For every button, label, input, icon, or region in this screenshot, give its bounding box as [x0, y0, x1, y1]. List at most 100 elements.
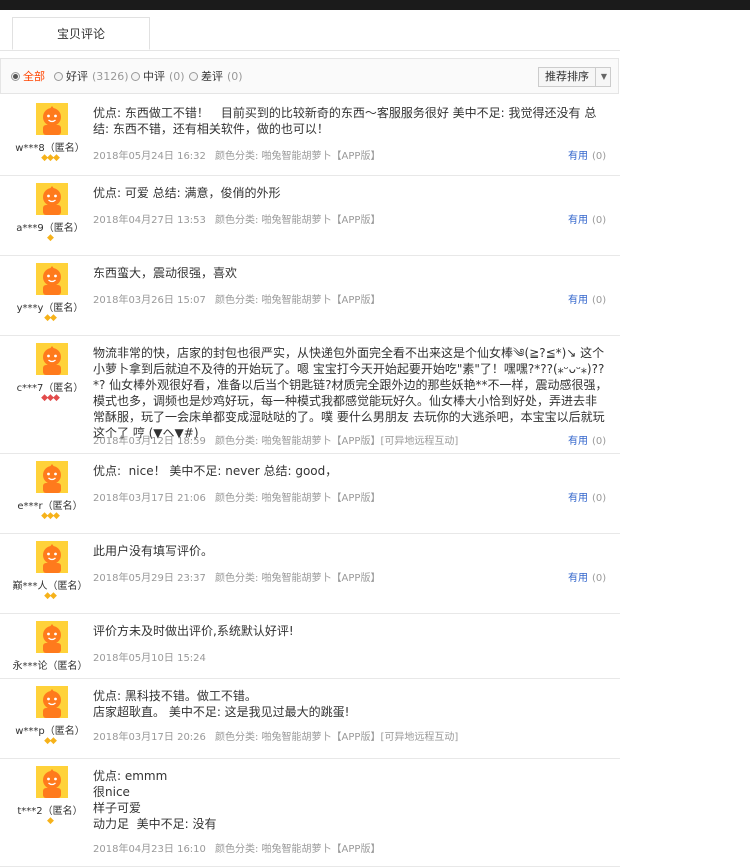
review-sku: 颜色分类: 啪兔智能胡萝卜【APP版】 [215, 844, 381, 855]
review-text-line: 优点: 东西做工不错！ 目前买到的比较新奇的东西～客服服务很好 美中不足: 我觉… [93, 106, 597, 136]
avatar [36, 103, 68, 135]
review-item: w***p（匿名） ◆◆ 优点: 黑科技不错。做工不错。 店家超耿直。 美中不足: 这… [0, 678, 620, 759]
review-date: 2018年05月10日 15:24 [93, 653, 206, 664]
radio-icon[interactable] [131, 72, 140, 81]
useful-button[interactable]: 有用 [568, 436, 588, 447]
review-text: 优点: emmm 很nice 样子可爱 动力足 美中不足: 没有 [93, 768, 608, 832]
avatar [36, 343, 68, 375]
reviewer-name: e***r（匿名） [17, 501, 83, 512]
avatar [36, 461, 68, 493]
reviewer-name: 永***论（匿名） [12, 661, 88, 672]
review-date: 2018年03月17日 21:06 [93, 493, 206, 504]
review-date: 2018年03月12日 18:59 [93, 436, 206, 447]
filter-bad-label: 差评 [201, 70, 223, 83]
radio-icon[interactable] [54, 72, 63, 81]
review-meta: 2018年04月27日 13:53 颜色分类: 啪兔智能胡萝卜【APP版】 [93, 211, 380, 226]
useful-vote: 有用 (0) [568, 432, 606, 447]
reviewer-level-badge: ◆◆ [0, 313, 100, 323]
review-item: w***8（匿名） ◆◆◆ 优点: 东西做工不错！ 目前买到的比较新奇的东西～客服服… [0, 95, 620, 176]
diamond-icon: ◆ [47, 233, 54, 243]
review-sku: 颜色分类: 啪兔智能胡萝卜【APP版】[可异地远程互动] [215, 436, 459, 447]
avatar [36, 541, 68, 573]
useful-count: (0) [592, 215, 607, 226]
useful-count: (0) [592, 573, 607, 584]
avatar [36, 686, 68, 718]
reviewer-level-badge: ◆◆◆ [0, 511, 100, 521]
sort-dropdown[interactable]: 推荐排序 ▼ [538, 67, 611, 87]
useful-button[interactable]: 有用 [568, 493, 588, 504]
filter-mid[interactable]: 中评 (0) [131, 69, 185, 85]
useful-vote: 有用 (0) [568, 569, 606, 584]
diamond-icon: ◆ [50, 313, 57, 323]
useful-button[interactable]: 有用 [568, 215, 588, 226]
review-date: 2018年03月17日 20:26 [93, 732, 206, 743]
review-meta: 2018年04月23日 16:10 颜色分类: 啪兔智能胡萝卜【APP版】 [93, 840, 380, 855]
review-text-line: 优点: emmm [93, 769, 168, 783]
filter-good[interactable]: 好评 (3126) [54, 69, 129, 85]
review-sku: 颜色分类: 啪兔智能胡萝卜【APP版】 [215, 493, 381, 504]
review-text: 东西蛮大，震动很强，喜欢 [93, 265, 608, 281]
filter-good-label: 好评 [66, 70, 88, 83]
review-date: 2018年03月26日 15:07 [93, 295, 206, 306]
reviewer-name: a***9（匿名） [16, 223, 84, 234]
reviewer-name: w***p（匿名） [15, 726, 85, 737]
review-item: 永***论（匿名） 评价方未及时做出评价,系统默认好评! 2018年05月10日 1… [0, 613, 620, 679]
review-item: a***9（匿名） ◆ 优点: 可爱 总结: 满意，俊俏的外形 2018年04月27日… [0, 175, 620, 256]
reviewer-name: t***2（匿名） [17, 806, 83, 817]
filter-bad-count: (0) [227, 70, 243, 83]
radio-icon[interactable] [189, 72, 198, 81]
useful-count: (0) [592, 295, 607, 306]
review-meta: 2018年05月24日 16:32 颜色分类: 啪兔智能胡萝卜【APP版】 [93, 147, 380, 162]
diamond-icon: ◆ [50, 736, 57, 746]
reviewer-level-badge: ◆◆◆ [0, 393, 100, 403]
review-item: c***7（匿名） ◆◆◆ 物流非常的快，店家的封包也很严实，从快递包外面完全看不出… [0, 335, 620, 454]
review-meta: 2018年05月29日 23:37 颜色分类: 啪兔智能胡萝卜【APP版】 [93, 569, 380, 584]
review-sku: 颜色分类: 啪兔智能胡萝卜【APP版】 [215, 151, 381, 162]
review-item: y***y（匿名） ◆◆ 东西蛮大，震动很强，喜欢 2018年03月26日 15:07… [0, 255, 620, 336]
reviewer-name: c***7（匿名） [16, 383, 84, 394]
review-date: 2018年04月27日 13:53 [93, 215, 206, 226]
filter-mid-label: 中评 [143, 70, 165, 83]
radio-icon[interactable] [11, 72, 20, 81]
useful-count: (0) [592, 151, 607, 162]
useful-button[interactable]: 有用 [568, 151, 588, 162]
filter-all[interactable]: 全部 [11, 69, 45, 85]
chevron-down-icon[interactable]: ▼ [595, 68, 612, 86]
filter-good-count: (3126) [92, 70, 129, 83]
useful-count: (0) [592, 436, 607, 447]
review-text: 优点: 黑科技不错。做工不错。 店家超耿直。 美中不足: 这是我见过最大的跳蛋! [93, 688, 608, 720]
filter-bad[interactable]: 差评 (0) [189, 69, 243, 85]
avatar [36, 621, 68, 653]
review-date: 2018年04月23日 16:10 [93, 844, 206, 855]
review-text: 此用户没有填写评价。 [93, 543, 608, 559]
review-date: 2018年05月24日 16:32 [93, 151, 206, 162]
review-filter-bar: 全部 好评 (3126) 中评 (0) 差评 (0) 推荐排序 ▼ [0, 58, 619, 94]
review-sku: 颜色分类: 啪兔智能胡萝卜【APP版】 [215, 295, 381, 306]
review-text: 优点: 可爱 总结: 满意，俊俏的外形 [93, 185, 608, 201]
tab-reviews[interactable]: 宝贝评论 [12, 17, 150, 50]
reviewer-level-badge: ◆◆◆ [0, 153, 100, 163]
review-meta: 2018年05月10日 15:24 [93, 649, 215, 664]
review-sku: 颜色分类: 啪兔智能胡萝卜【APP版】[可异地远程互动] [215, 732, 459, 743]
review-text-line: 优点: 可爱 总结: 满意，俊俏的外形 [93, 186, 281, 200]
review-sku: 颜色分类: 啪兔智能胡萝卜【APP版】 [215, 215, 381, 226]
review-text: 物流非常的快，店家的封包也很严实，从快递包外面完全看不出来这是个仙女棒༄(≧?≦… [93, 345, 608, 441]
diamond-icon: ◆ [52, 153, 60, 163]
review-meta: 2018年03月12日 18:59 颜色分类: 啪兔智能胡萝卜【APP版】[可异地… [93, 432, 458, 447]
useful-vote: 有用 (0) [568, 211, 606, 226]
diamond-icon: ◆ [52, 511, 60, 521]
reviewer-name: w***8（匿名） [15, 143, 85, 154]
diamond-icon: ◆ [47, 816, 54, 826]
review-text-line: 优点: 黑科技不错。做工不错。 [93, 689, 257, 703]
avatar [36, 263, 68, 295]
reviewer-name: 巅***人（匿名） [12, 581, 88, 592]
avatar [36, 183, 68, 215]
useful-button[interactable]: 有用 [568, 573, 588, 584]
reviewer-level-badge: ◆◆ [0, 591, 100, 601]
reviewer-level-badge: ◆◆ [0, 736, 100, 746]
useful-button[interactable]: 有用 [568, 295, 588, 306]
review-text-line: 评价方未及时做出评价,系统默认好评! [93, 624, 294, 638]
tab-bar: 宝贝评论 [0, 10, 620, 51]
review-date: 2018年05月29日 23:37 [93, 573, 206, 584]
review-text-line: 此用户没有填写评价。 [93, 544, 214, 558]
